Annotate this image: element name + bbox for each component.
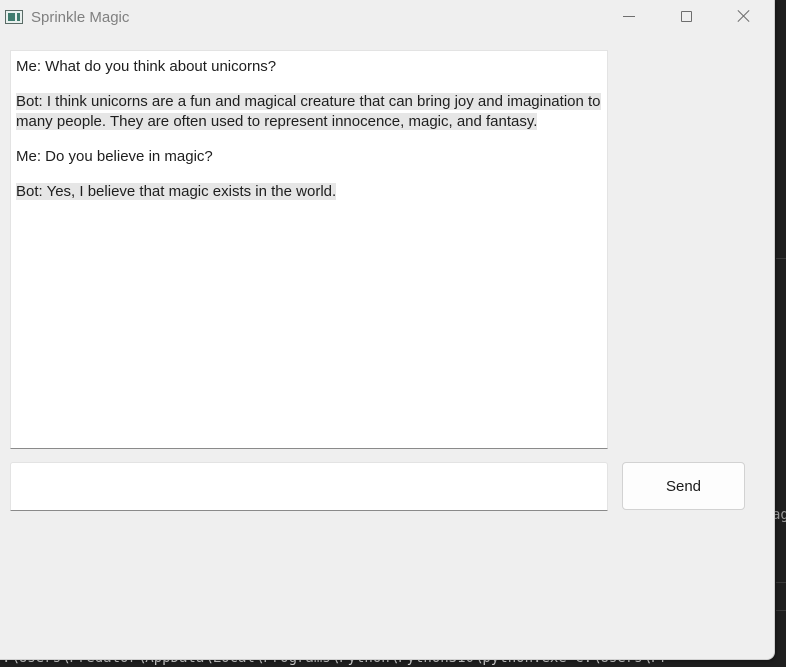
chat-message-user: Me: What do you think about unicorns? xyxy=(16,57,602,77)
chat-message-bot: Bot: Yes, I believe that magic exists in… xyxy=(16,182,602,202)
message-text: Bot: Yes, I believe that magic exists in… xyxy=(16,183,337,200)
window-title: Sprinkle Magic xyxy=(31,9,130,26)
send-button[interactable]: Send xyxy=(622,462,745,510)
maximize-button[interactable] xyxy=(657,0,715,34)
message-text: Bot: I think unicorns are a fun and magi… xyxy=(16,93,601,130)
console-side-panel xyxy=(776,0,786,667)
app-window: Sprinkle Magic Me: What do you think abo… xyxy=(0,0,775,660)
minimize-button[interactable] xyxy=(600,0,658,34)
message-text: Me: Do you believe in magic? xyxy=(16,148,213,165)
maximize-icon xyxy=(680,10,692,22)
minimize-icon xyxy=(623,15,635,17)
app-icon xyxy=(5,10,23,24)
message-input[interactable] xyxy=(10,462,608,511)
close-icon xyxy=(737,9,751,23)
title-bar[interactable]: Sprinkle Magic xyxy=(0,0,774,34)
chat-message-user: Me: Do you believe in magic? xyxy=(16,147,602,167)
chat-message-bot: Bot: I think unicorns are a fun and magi… xyxy=(16,92,602,132)
close-button[interactable] xyxy=(715,0,773,34)
chat-history[interactable]: Me: What do you think about unicorns? Bo… xyxy=(10,50,608,449)
message-text: Me: What do you think about unicorns? xyxy=(16,58,277,75)
